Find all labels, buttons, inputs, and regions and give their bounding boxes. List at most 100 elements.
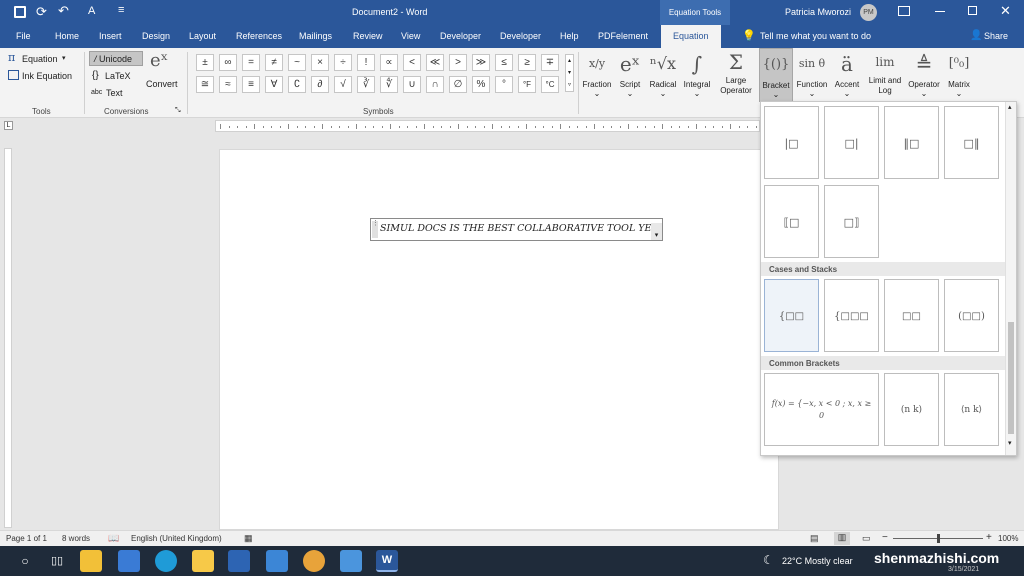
- symbols-scroll[interactable]: ▴ ▾ ▿: [565, 54, 574, 92]
- tab-developer-2[interactable]: Developer: [500, 31, 541, 41]
- symbol-button[interactable]: °C: [541, 76, 559, 93]
- symbol-button[interactable]: ≡: [242, 76, 260, 93]
- share-icon[interactable]: 👤: [970, 30, 982, 41]
- symbol-button[interactable]: %: [472, 76, 490, 93]
- page-count[interactable]: Page 1 of 1: [6, 534, 47, 543]
- tab-selector-icon[interactable]: L: [4, 121, 13, 130]
- symbol-button[interactable]: =: [242, 54, 260, 71]
- symbol-button[interactable]: ≠: [265, 54, 283, 71]
- zoom-slider-thumb[interactable]: [937, 534, 940, 543]
- symbol-button[interactable]: ∜: [380, 76, 398, 93]
- equation-button[interactable]: Equation: [22, 54, 58, 64]
- symbol-button[interactable]: ∅: [449, 76, 467, 93]
- bracket-option[interactable]: |□: [764, 106, 819, 179]
- cases-option[interactable]: {□□: [764, 279, 819, 352]
- text-button[interactable]: Text: [106, 88, 123, 98]
- tab-view[interactable]: View: [401, 31, 420, 41]
- restore-icon[interactable]: [968, 6, 977, 15]
- search-icon[interactable]: ○: [14, 550, 36, 572]
- undo-icon[interactable]: ↶: [58, 3, 69, 19]
- symbol-button[interactable]: ∞: [219, 54, 237, 71]
- photos-icon[interactable]: [340, 550, 362, 572]
- symbol-button[interactable]: ×: [311, 54, 329, 71]
- task-view-icon[interactable]: ▯▯: [46, 550, 68, 572]
- symbol-button[interactable]: ∂: [311, 76, 329, 93]
- gallery-scrollbar[interactable]: ▴ ▾: [1005, 102, 1016, 455]
- tab-references[interactable]: References: [236, 31, 282, 41]
- symbol-button[interactable]: ÷: [334, 54, 352, 71]
- symbol-button[interactable]: √: [334, 76, 352, 93]
- large-operator-button[interactable]: Σ Large Operator: [714, 48, 758, 96]
- ribbon-display-icon[interactable]: [898, 6, 910, 16]
- integral-button[interactable]: ∫ Integral ⌄: [680, 48, 714, 98]
- print-layout-icon[interactable]: ▥: [834, 532, 850, 545]
- symbol-button[interactable]: ~: [288, 54, 306, 71]
- read-mode-icon[interactable]: ▤: [810, 533, 819, 544]
- share-button[interactable]: Share: [984, 31, 1008, 41]
- common-bracket-function[interactable]: f(x) = {−x, x < 0 ; x, x ≥ 0: [764, 373, 879, 446]
- tab-home[interactable]: Home: [55, 31, 79, 41]
- symbol-button[interactable]: ±: [196, 54, 214, 71]
- symbol-button[interactable]: !: [357, 54, 375, 71]
- symbol-button[interactable]: >: [449, 54, 467, 71]
- document-page[interactable]: [219, 149, 779, 530]
- operator-button[interactable]: ≜ Operator ⌄: [906, 48, 942, 98]
- symbol-button[interactable]: ∀: [265, 76, 283, 93]
- bracket-option[interactable]: □|: [824, 106, 879, 179]
- symbol-button[interactable]: ≫: [472, 54, 490, 71]
- clock-date[interactable]: 3/15/2021: [948, 566, 979, 573]
- word-count[interactable]: 8 words: [62, 534, 90, 543]
- media-player-icon[interactable]: [266, 550, 288, 572]
- file-explorer-icon[interactable]: [192, 550, 214, 572]
- horizontal-ruler[interactable]: [215, 120, 760, 132]
- accent-button[interactable]: ä Accent ⌄: [830, 48, 864, 98]
- font-size-icon[interactable]: A: [88, 5, 95, 17]
- convert-button[interactable]: Convert: [146, 79, 178, 89]
- symbol-button[interactable]: <: [403, 54, 421, 71]
- accessibility-icon[interactable]: ▦: [244, 533, 253, 544]
- symbol-button[interactable]: ≅: [196, 76, 214, 93]
- symbol-button[interactable]: ≈: [219, 76, 237, 93]
- bracket-option[interactable]: ‖□: [884, 106, 939, 179]
- tab-design[interactable]: Design: [142, 31, 170, 41]
- avatar[interactable]: PM: [860, 4, 877, 21]
- scroll-down-icon[interactable]: ▾: [1008, 439, 1012, 447]
- symbol-button[interactable]: ∓: [541, 54, 559, 71]
- edge-icon[interactable]: [155, 550, 177, 572]
- symbol-button[interactable]: ∝: [380, 54, 398, 71]
- equation-text[interactable]: SIMUL DOCS IS THE BEST COLLABORATIVE TOO…: [380, 223, 658, 234]
- chrome-icon[interactable]: [303, 550, 325, 572]
- save-icon[interactable]: [14, 6, 26, 18]
- tab-pdfelement[interactable]: PDFelement: [598, 31, 648, 41]
- equation-box[interactable]: ⋮ SIMUL DOCS IS THE BEST COLLABORATIVE T…: [370, 218, 663, 241]
- limit-log-button[interactable]: lim Limit and Log: [864, 48, 906, 96]
- ink-equation-button[interactable]: Ink Equation: [22, 71, 72, 81]
- bracket-button[interactable]: {()} Bracket ⌄: [759, 48, 793, 102]
- language[interactable]: English (United Kingdom): [131, 534, 222, 543]
- symbol-button[interactable]: ∁: [288, 76, 306, 93]
- minimize-icon[interactable]: [935, 11, 945, 12]
- customize-qat-icon[interactable]: ≡: [118, 4, 124, 16]
- vertical-ruler[interactable]: [4, 148, 12, 528]
- symbol-button[interactable]: °F: [518, 76, 536, 93]
- dialog-launcher-icon[interactable]: ⤡: [175, 107, 181, 115]
- chevron-down-icon[interactable]: ▾: [62, 54, 66, 62]
- word-icon[interactable]: W: [376, 550, 398, 572]
- symbol-button[interactable]: °: [495, 76, 513, 93]
- scroll-up-icon[interactable]: ▴: [1008, 103, 1012, 111]
- tell-me-search[interactable]: Tell me what you want to do: [760, 31, 871, 41]
- mail-icon[interactable]: [118, 550, 140, 572]
- weather-text[interactable]: 22°C Mostly clear: [782, 556, 853, 566]
- web-layout-icon[interactable]: ▭: [862, 533, 871, 544]
- function-button[interactable]: sin θ Function ⌄: [794, 48, 830, 98]
- tab-layout[interactable]: Layout: [189, 31, 216, 41]
- unicode-button[interactable]: / Unicode: [89, 51, 143, 66]
- binomial-angle-option[interactable]: ⟨n k⟩: [944, 373, 999, 446]
- fraction-button[interactable]: x/y Fraction ⌄: [580, 48, 614, 98]
- cases-option[interactable]: □□: [884, 279, 939, 352]
- symbol-button[interactable]: ∛: [357, 76, 375, 93]
- zoom-out-button[interactable]: −: [882, 532, 888, 543]
- tab-review[interactable]: Review: [353, 31, 383, 41]
- script-button[interactable]: eˣ Script ⌄: [614, 48, 646, 98]
- tab-file[interactable]: File: [16, 31, 31, 41]
